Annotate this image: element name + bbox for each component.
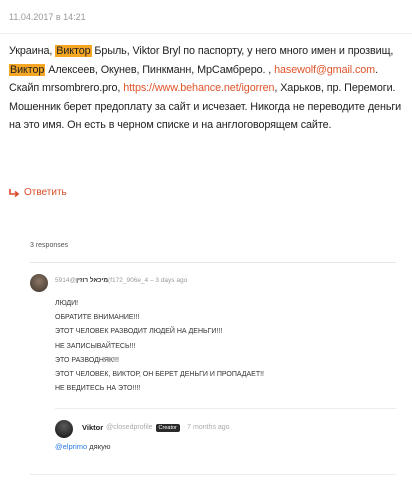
post-date: 11.04.2017 в 14:21 [9,12,86,22]
section-gap [0,216,412,230]
comment-text: дякую [87,442,111,451]
comment-id: (f172_906e_4 [108,277,149,284]
mention-link[interactable]: @elprimo [55,442,87,451]
post-card: 11.04.2017 в 14:21 Украина, Виктор Брыль… [0,0,412,216]
comment-body: ЛЮДИ! ОБРАТИТЕ ВНИМАНИЕ!!! ЭТОТ ЧЕЛОВЕК … [55,297,264,396]
email-link[interactable]: hasewolf@gmail.com [274,64,375,76]
avatar[interactable] [30,274,48,292]
comment-line: ОБРАТИТЕ ВНИМАНИЕ!!! [55,314,140,322]
comment-time: · 7 months ago [182,424,230,431]
comment-handle[interactable]: 5914@ [55,277,76,284]
divider [30,262,396,263]
comment-handle[interactable]: @closedprofile [106,424,152,431]
reply-label: Ответить [24,187,67,198]
search-highlight: Виктор [9,63,46,76]
reply-button[interactable]: Ответить [9,187,67,198]
divider [55,408,396,409]
divider [30,474,396,475]
reply-arrow-icon [9,189,19,197]
comment-line: ЭТОТ ЧЕЛОВЕК РАЗВОДИТ ЛЮДЕЙ НА ДЕНЬГИ!!! [55,328,223,336]
search-highlight: Виктор [55,45,92,57]
creator-badge: Creator [155,423,180,432]
text-segment: Алексеев, Окунев, Пинкманн, МрСамбреро. … [45,63,275,76]
post-text: Украина, Виктор Брыль, Viktor Bryl по па… [9,42,405,135]
text-segment: Украина, [9,45,56,57]
comment-meta: 5914@מיכאל רוזין(f172_906e_4 – 3 days ag… [55,277,187,284]
divider [0,33,412,34]
comment-body: @elprimo дякую [55,442,110,451]
responses-count: 3 responses [30,242,69,249]
comment-line: ЛЮДИ! [55,300,79,307]
comment-time: – 3 days ago [148,277,188,284]
comment-line: ЭТОТ ЧЕЛОВЕК, ВИКТОР, ОН БЕРЕТ ДЕНЬГИ И … [55,371,264,379]
comment-line: НЕ ВЕДИТЕСЬ НА ЭТО!!!! [55,385,141,393]
behance-link[interactable]: https://www.behance.net/igorren [123,82,274,94]
comment-meta: Viktor @closedprofile Creator · 7 months… [82,423,230,432]
comment-author[interactable]: מיכאל רוזין [76,277,108,284]
avatar[interactable] [55,420,73,438]
comment-author[interactable]: Viktor [82,423,103,432]
text-segment: Брыль, Viktor Bryl по паспорту, у него м… [91,45,394,57]
comment-line: ЭТО РАЗВОДНЯК!!! [55,356,119,364]
comment-line: НЕ ЗАПИСЫВАЙТЕСЬ!!! [55,342,136,350]
